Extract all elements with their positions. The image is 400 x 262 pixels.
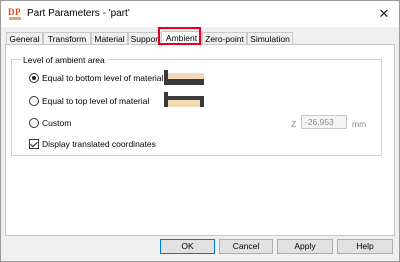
help-button[interactable]: Help — [337, 239, 393, 254]
svg-text:D: D — [8, 7, 15, 17]
dp-app-icon: D P — [8, 6, 22, 21]
display-translated-checkbox[interactable] — [29, 139, 39, 149]
top-level-icon — [164, 92, 204, 107]
window-title: Part Parameters - 'part' — [27, 8, 130, 19]
radio-custom[interactable] — [29, 118, 39, 128]
ok-button[interactable]: OK — [160, 239, 215, 254]
cancel-button[interactable]: Cancel — [219, 239, 273, 254]
bottom-level-label[interactable]: Equal to bottom level of material — [42, 73, 163, 83]
radio-bottom-level[interactable] — [29, 73, 39, 83]
title-bar: D P Part Parameters - 'part' ✕ — [1, 1, 399, 27]
radio-top-level[interactable] — [29, 96, 39, 106]
ambient-tab-highlight — [158, 27, 201, 45]
display-translated-label[interactable]: Display translated coordinates — [42, 139, 156, 149]
custom-label[interactable]: Custom — [42, 118, 71, 128]
apply-button[interactable]: Apply — [277, 239, 333, 254]
z-label: Z — [291, 119, 297, 129]
unit-label: mm — [352, 119, 367, 129]
close-button[interactable]: ✕ — [371, 3, 397, 25]
group-title: Level of ambient area — [20, 55, 108, 65]
z-value-input[interactable]: -26.953 — [301, 115, 347, 129]
top-level-label[interactable]: Equal to top level of material — [42, 96, 149, 106]
bottom-level-icon — [164, 70, 204, 85]
svg-text:P: P — [15, 7, 21, 17]
